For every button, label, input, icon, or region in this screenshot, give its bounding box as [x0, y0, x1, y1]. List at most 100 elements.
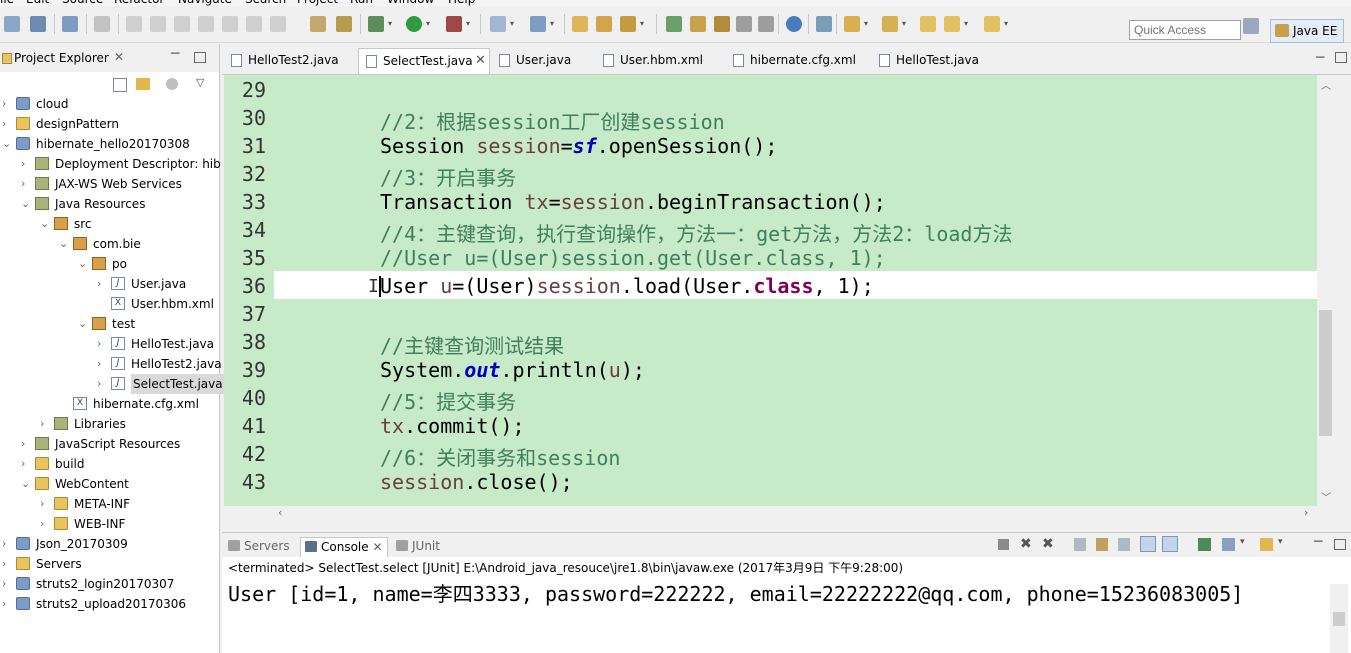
display-console-icon[interactable] [1222, 538, 1235, 551]
editor-tab[interactable]: HelloTest2.java [224, 48, 356, 74]
tree-item[interactable]: › J SelectTest.java [0, 374, 225, 394]
web-browser-icon[interactable] [786, 16, 802, 32]
tree-item[interactable]: X User.hbm.xml [0, 294, 219, 314]
new-class-dropdown-icon[interactable]: ▾ [548, 16, 556, 32]
open-type-icon[interactable] [572, 16, 588, 32]
tree-item[interactable]: › J HelloTest2.java [0, 354, 222, 374]
word-wrap-icon[interactable] [1118, 538, 1130, 551]
tree-item[interactable]: ⌄ po [0, 254, 219, 274]
run-dropdown-icon[interactable]: ▾ [424, 16, 432, 32]
code-line[interactable]: Session session=sf.openSession(); [380, 134, 777, 158]
highlight-icon[interactable] [690, 16, 706, 32]
tree-item[interactable]: ⌄ Java Resources [0, 194, 219, 214]
code-line[interactable]: //3：开启事务 [380, 162, 516, 191]
expand-icon[interactable]: › [21, 454, 31, 474]
console-scroll-thumb[interactable] [1333, 612, 1345, 626]
view-menu-icon[interactable]: ▽ [196, 76, 204, 89]
new-java-project-icon[interactable] [490, 16, 506, 32]
editor-tab[interactable]: User.hbm.xml [596, 48, 724, 74]
remove-all-launches-icon[interactable]: ✖ [1042, 536, 1054, 552]
collapse-icon[interactable]: ⌄ [59, 234, 69, 254]
collapse-all-icon[interactable] [113, 78, 127, 92]
collapse-icon[interactable]: ⌄ [2, 134, 12, 154]
expand-icon[interactable]: › [2, 594, 12, 614]
deploy-icon[interactable] [816, 16, 832, 32]
open-perspective-icon[interactable] [1243, 18, 1259, 34]
open-console-dropdown-icon[interactable]: ▾ [1278, 537, 1283, 547]
external-tools-dropdown-icon[interactable]: ▾ [464, 16, 472, 32]
forward-dropdown-icon[interactable]: ▾ [1002, 16, 1010, 32]
tree-item[interactable]: › META-INF [0, 494, 219, 514]
debug-dropdown-icon[interactable]: ▾ [386, 16, 394, 32]
tree-item[interactable]: › cloud [0, 94, 219, 114]
tab-close-icon[interactable]: ✕ [475, 49, 486, 73]
show-on-stdout-icon[interactable] [1140, 536, 1156, 552]
tree-item[interactable]: › JavaScript Resources [0, 434, 219, 454]
code-line[interactable]: //2：根据session工厂创建session [380, 106, 725, 135]
back-dropdown-icon[interactable]: ▾ [962, 16, 970, 32]
tree-item[interactable]: › J User.java [0, 274, 219, 294]
tree-item[interactable]: › Servers [0, 554, 219, 574]
collapse-icon[interactable]: ⌄ [40, 214, 50, 234]
link-with-editor-icon[interactable] [136, 78, 150, 90]
new-icon[interactable] [4, 16, 20, 32]
next-annotation-icon[interactable] [844, 16, 860, 32]
expand-icon[interactable]: › [40, 514, 50, 534]
tree-item[interactable]: ⌄ src [0, 214, 219, 234]
code-line[interactable]: System.out.println(u); [380, 358, 645, 382]
print-icon[interactable] [62, 16, 78, 32]
run-icon[interactable] [406, 16, 422, 32]
tree-item[interactable]: › JAX-WS Web Services [0, 174, 219, 194]
suspend-icon[interactable] [150, 16, 166, 32]
terminate-console-icon[interactable] [998, 539, 1009, 550]
display-console-dropdown-icon[interactable]: ▾ [1240, 537, 1245, 547]
new-class-icon[interactable] [530, 16, 546, 32]
code-line[interactable]: //4：主键查询，执行查询操作，方法一：get方法，方法2：load方法 [380, 218, 1012, 247]
expand-icon[interactable]: › [21, 434, 31, 454]
tree-item[interactable]: › Libraries [0, 414, 219, 434]
search-dropdown-icon[interactable]: ▾ [638, 16, 646, 32]
panel-tab-servers[interactable]: Servers [224, 537, 296, 557]
tree-item[interactable]: › build [0, 454, 219, 474]
tree-item[interactable]: ⌄ hibernate_hello20170308 [0, 134, 219, 154]
terminate-icon[interactable] [174, 16, 190, 32]
previous-annotation-dropdown-icon[interactable]: ▾ [900, 16, 908, 32]
console-output[interactable]: User [id=1, name=李四3333, password=222222… [228, 578, 1243, 607]
collapse-icon[interactable]: ⌄ [78, 314, 88, 334]
code-editor[interactable]: 29 30 31 32 33 34 35 36 37 38 39 40 41 42 43 //2：根据ses… [224, 75, 1317, 506]
expand-icon[interactable]: › [97, 274, 107, 294]
console-view[interactable]: <terminated> SelectTest.select [JUnit] E… [222, 557, 1351, 653]
last-edit-location-icon[interactable] [920, 16, 936, 32]
collapse-icon[interactable]: ⌄ [21, 474, 31, 494]
code-line[interactable]: //6：关闭事务和session [380, 442, 620, 471]
open-task-icon[interactable] [596, 16, 612, 32]
code-line[interactable]: User u=(User)session.load(User.class, 1)… [380, 274, 874, 298]
new-project-dropdown-icon[interactable]: ▾ [508, 16, 516, 32]
pin-icon[interactable] [714, 16, 730, 32]
debug-icon[interactable] [368, 16, 384, 32]
panel-tab-junit[interactable]: JUnit [392, 537, 448, 557]
code-line[interactable]: //5：提交事务 [380, 386, 516, 415]
run-external-tools-icon[interactable] [446, 16, 462, 32]
editor-tab[interactable]: SelectTest.java ✕ [358, 48, 490, 74]
expand-icon[interactable]: › [2, 574, 12, 594]
tree-item[interactable]: › Deployment Descriptor: hib [0, 154, 221, 174]
maximize-icon[interactable] [194, 52, 206, 63]
expand-icon[interactable]: › [97, 354, 107, 374]
editor-horizontal-scrollbar[interactable]: ‹ › [274, 506, 1317, 522]
step-over-icon[interactable] [246, 16, 262, 32]
scroll-down-icon[interactable]: ﹀ [1321, 489, 1331, 504]
console-maximize-icon[interactable] [1334, 539, 1346, 550]
forward-icon[interactable] [984, 16, 1000, 32]
project-explorer-close-icon[interactable]: ✕ [114, 50, 124, 64]
console-minimize-icon[interactable]: ─ [1314, 534, 1322, 550]
tree-item[interactable]: › designPattern [0, 114, 219, 134]
minimize-icon[interactable]: ─ [171, 46, 179, 62]
tree-item[interactable]: › WEB-INF [0, 514, 219, 534]
tree-item[interactable]: ⌄ test [0, 314, 219, 334]
search-icon[interactable] [620, 16, 636, 32]
remove-launch-icon[interactable]: ✖ [1020, 536, 1032, 552]
tree-item[interactable]: › J HelloTest.java [0, 334, 219, 354]
code-line[interactable]: session.close(); [380, 470, 573, 494]
collapse-icon[interactable]: ⌄ [78, 254, 88, 274]
